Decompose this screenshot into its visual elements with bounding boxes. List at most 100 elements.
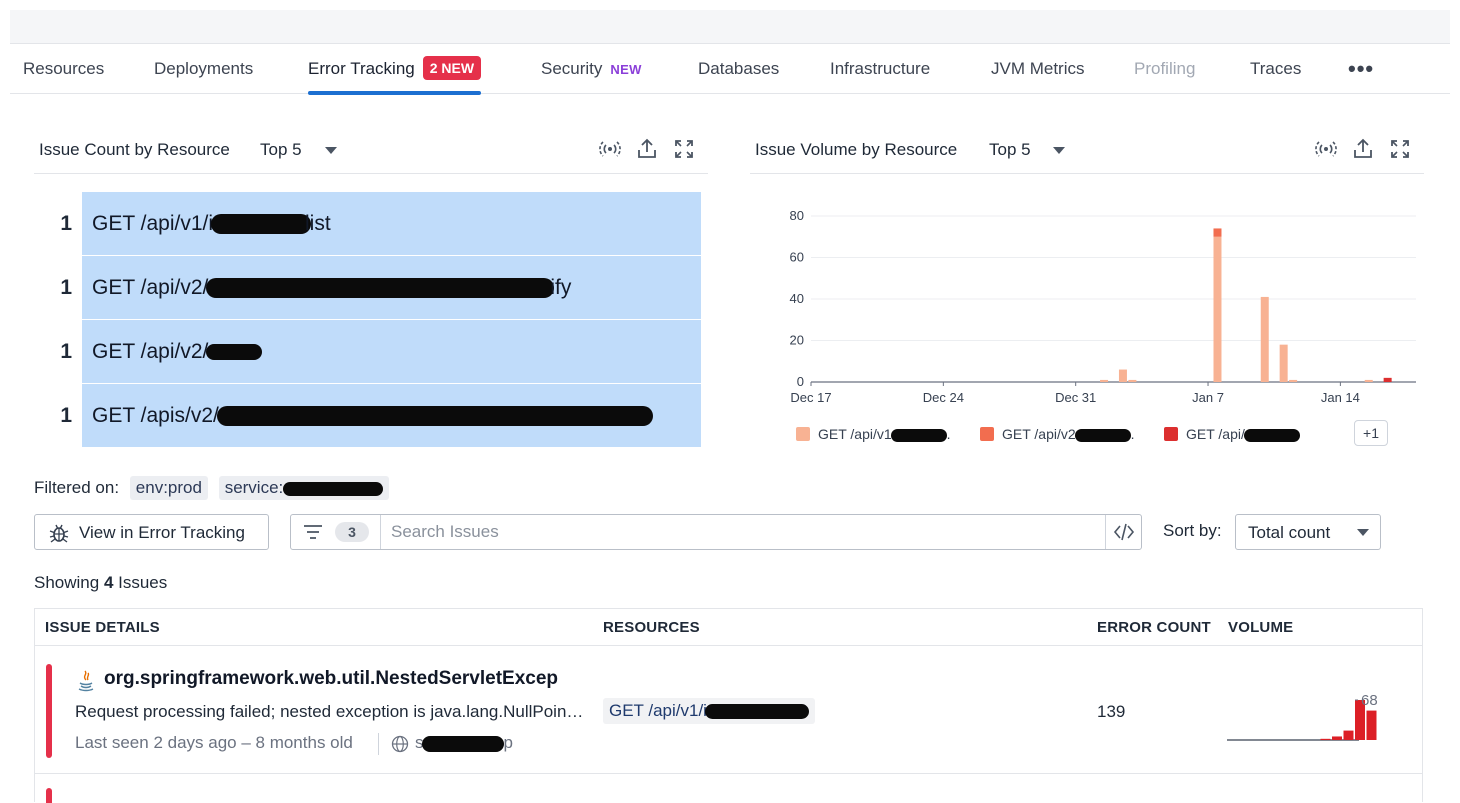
more-dots-icon: ••• bbox=[1348, 56, 1375, 81]
volume-bar[interactable] bbox=[1213, 228, 1222, 237]
y-tick-label: 60 bbox=[790, 250, 804, 265]
export-icon[interactable] bbox=[1352, 138, 1374, 160]
issue-count-list: 1 GET /api/v1/i list 1 GET /api/v2/ify 1 … bbox=[34, 192, 701, 448]
resource-count-row[interactable]: 1 GET /api/v2/ bbox=[34, 320, 701, 383]
legend-item[interactable]: GET /api/v1. bbox=[796, 426, 951, 442]
issue-volume-panel-header: Issue Volume by Resource Top 5 bbox=[750, 126, 1424, 174]
resource-count: 1 bbox=[60, 212, 72, 235]
chevron-down-icon[interactable] bbox=[325, 147, 337, 154]
legend-label: GET /api/v1 bbox=[818, 426, 892, 442]
code-icon bbox=[1113, 523, 1135, 541]
chevron-down-icon[interactable] bbox=[1053, 147, 1065, 154]
chart-legend: GET /api/v1. GET /api/v2. GET /api/ +1 bbox=[796, 420, 1396, 448]
top-n-selector[interactable]: Top 5 bbox=[260, 140, 302, 160]
column-header-volume[interactable]: VOLUME bbox=[1228, 619, 1293, 636]
tab-infrastructure[interactable]: Infrastructure bbox=[830, 44, 930, 94]
tab-label: Security bbox=[541, 59, 603, 78]
issue-total: 4 bbox=[103, 573, 114, 592]
button-label: View in Error Tracking bbox=[79, 523, 245, 542]
column-header-error-count[interactable]: ERROR COUNT bbox=[1097, 619, 1211, 636]
query-syntax-button[interactable] bbox=[1105, 515, 1141, 549]
issue-title[interactable]: org.springframework.web.util.NestedServl… bbox=[104, 668, 586, 690]
x-tick-label: Dec 24 bbox=[923, 390, 964, 405]
meta-divider bbox=[378, 733, 379, 755]
issue-count-panel-header: Issue Count by Resource Top 5 bbox=[34, 126, 708, 174]
sparkline-max-label: 68 bbox=[1361, 692, 1378, 709]
live-signal-icon[interactable] bbox=[1315, 138, 1337, 160]
search-input[interactable] bbox=[389, 520, 1089, 544]
tab-deployments[interactable]: Deployments bbox=[154, 44, 253, 94]
volume-bar[interactable] bbox=[1213, 236, 1222, 382]
resource-count: 1 bbox=[60, 276, 72, 299]
more-series-button[interactable]: +1 bbox=[1354, 420, 1388, 446]
filter-chip-env[interactable]: env:prod bbox=[129, 476, 208, 500]
tab-jvm-metrics[interactable]: JVM Metrics bbox=[991, 44, 1085, 94]
tab-label: JVM Metrics bbox=[991, 59, 1085, 78]
legend-item[interactable]: GET /api/v2. bbox=[980, 426, 1135, 442]
x-tick-label: Jan 7 bbox=[1192, 390, 1224, 405]
expand-icon[interactable] bbox=[673, 138, 695, 160]
resource-count-row[interactable]: 1 GET /apis/v2/ bbox=[34, 384, 701, 447]
legend-item[interactable]: GET /api/ bbox=[1164, 426, 1300, 442]
volume-bar[interactable] bbox=[1383, 377, 1392, 382]
resource-chip[interactable]: GET /api/v1/i bbox=[603, 698, 815, 724]
search-issues-bar: 3 bbox=[290, 514, 1142, 550]
top-n-value: Top 5 bbox=[989, 140, 1031, 159]
issue-age: Last seen 2 days ago – 8 months old bbox=[75, 733, 353, 752]
tab-databases[interactable]: Databases bbox=[698, 44, 779, 94]
sparkline-bar bbox=[1320, 738, 1331, 740]
tab-profiling[interactable]: Profiling bbox=[1134, 44, 1195, 94]
issue-service[interactable]: sp bbox=[415, 733, 513, 753]
sparkline-bar bbox=[1343, 730, 1354, 740]
tab-label: Profiling bbox=[1134, 59, 1196, 78]
panel-title: Issue Volume by Resource bbox=[755, 140, 958, 159]
tab-resources[interactable]: Resources bbox=[23, 44, 104, 94]
issue-count-summary: Showing 4 Issues bbox=[34, 573, 168, 592]
volume-bar[interactable] bbox=[1279, 344, 1288, 382]
tab-error-tracking[interactable]: Error Tracking 2 NEW bbox=[308, 44, 482, 95]
column-header-resources[interactable]: RESOURCES bbox=[603, 619, 700, 636]
expand-icon[interactable] bbox=[1389, 138, 1411, 160]
volume-bar[interactable] bbox=[1289, 379, 1298, 382]
filter-label: Filtered on: bbox=[34, 478, 120, 497]
volume-bar[interactable] bbox=[1118, 369, 1127, 382]
tab-label: Traces bbox=[1250, 59, 1302, 78]
sparkline-bar bbox=[1366, 710, 1377, 740]
volume-bar[interactable] bbox=[1128, 379, 1137, 382]
y-tick-label: 0 bbox=[797, 374, 804, 389]
resource-label: GET /apis/v2/ bbox=[92, 384, 653, 447]
issue-volume-chart: 0 20 40 60 80 Dec 17 Dec 24 Dec 31 Jan 7 Jan 14 bbox=[790, 208, 1416, 405]
sort-select[interactable]: Total count bbox=[1235, 514, 1381, 550]
resource-count-row[interactable]: 1 GET /api/v2/ify bbox=[34, 256, 701, 319]
tab-label: Infrastructure bbox=[830, 59, 931, 78]
volume-bar[interactable] bbox=[1260, 296, 1269, 382]
legend-swatch bbox=[980, 427, 994, 441]
globe-icon bbox=[391, 735, 409, 753]
resource-label: GET /api/v1/i list bbox=[92, 212, 331, 235]
tab-label: Databases bbox=[698, 59, 780, 78]
resource-count: 1 bbox=[60, 340, 72, 363]
tab-traces[interactable]: Traces bbox=[1250, 44, 1301, 94]
x-tick-label: Dec 31 bbox=[1055, 390, 1096, 405]
volume-bar[interactable] bbox=[1100, 379, 1109, 382]
resource-label: GET /api/v2/ify bbox=[92, 276, 572, 299]
export-icon[interactable] bbox=[636, 138, 658, 160]
live-signal-icon[interactable] bbox=[599, 138, 621, 160]
y-tick-label: 40 bbox=[790, 291, 804, 306]
panel-title: Issue Count by Resource bbox=[39, 140, 230, 159]
resource-count-row[interactable]: 1 GET /api/v1/i list bbox=[34, 192, 701, 255]
top-n-selector[interactable]: Top 5 bbox=[989, 140, 1031, 160]
table-row[interactable]: org.springframework.web.util.NestedServl… bbox=[35, 646, 1422, 774]
tab-label: Error Tracking bbox=[308, 59, 415, 78]
sort-label: Sort by: bbox=[1163, 521, 1222, 540]
tab-security[interactable]: Security NEW bbox=[541, 44, 642, 94]
filter-toggle-button[interactable]: 3 bbox=[291, 515, 381, 549]
more-tabs-button[interactable]: ••• bbox=[1348, 44, 1374, 94]
top-n-value: Top 5 bbox=[260, 140, 302, 159]
filter-chip-service[interactable]: service: bbox=[218, 476, 390, 500]
view-in-error-tracking-button[interactable]: View in Error Tracking bbox=[34, 514, 269, 550]
volume-bar[interactable] bbox=[1364, 379, 1373, 382]
column-header-issue-details[interactable]: ISSUE DETAILS bbox=[45, 619, 160, 636]
bug-icon bbox=[49, 524, 69, 543]
resource-label: GET /api/v2/ bbox=[92, 320, 263, 383]
